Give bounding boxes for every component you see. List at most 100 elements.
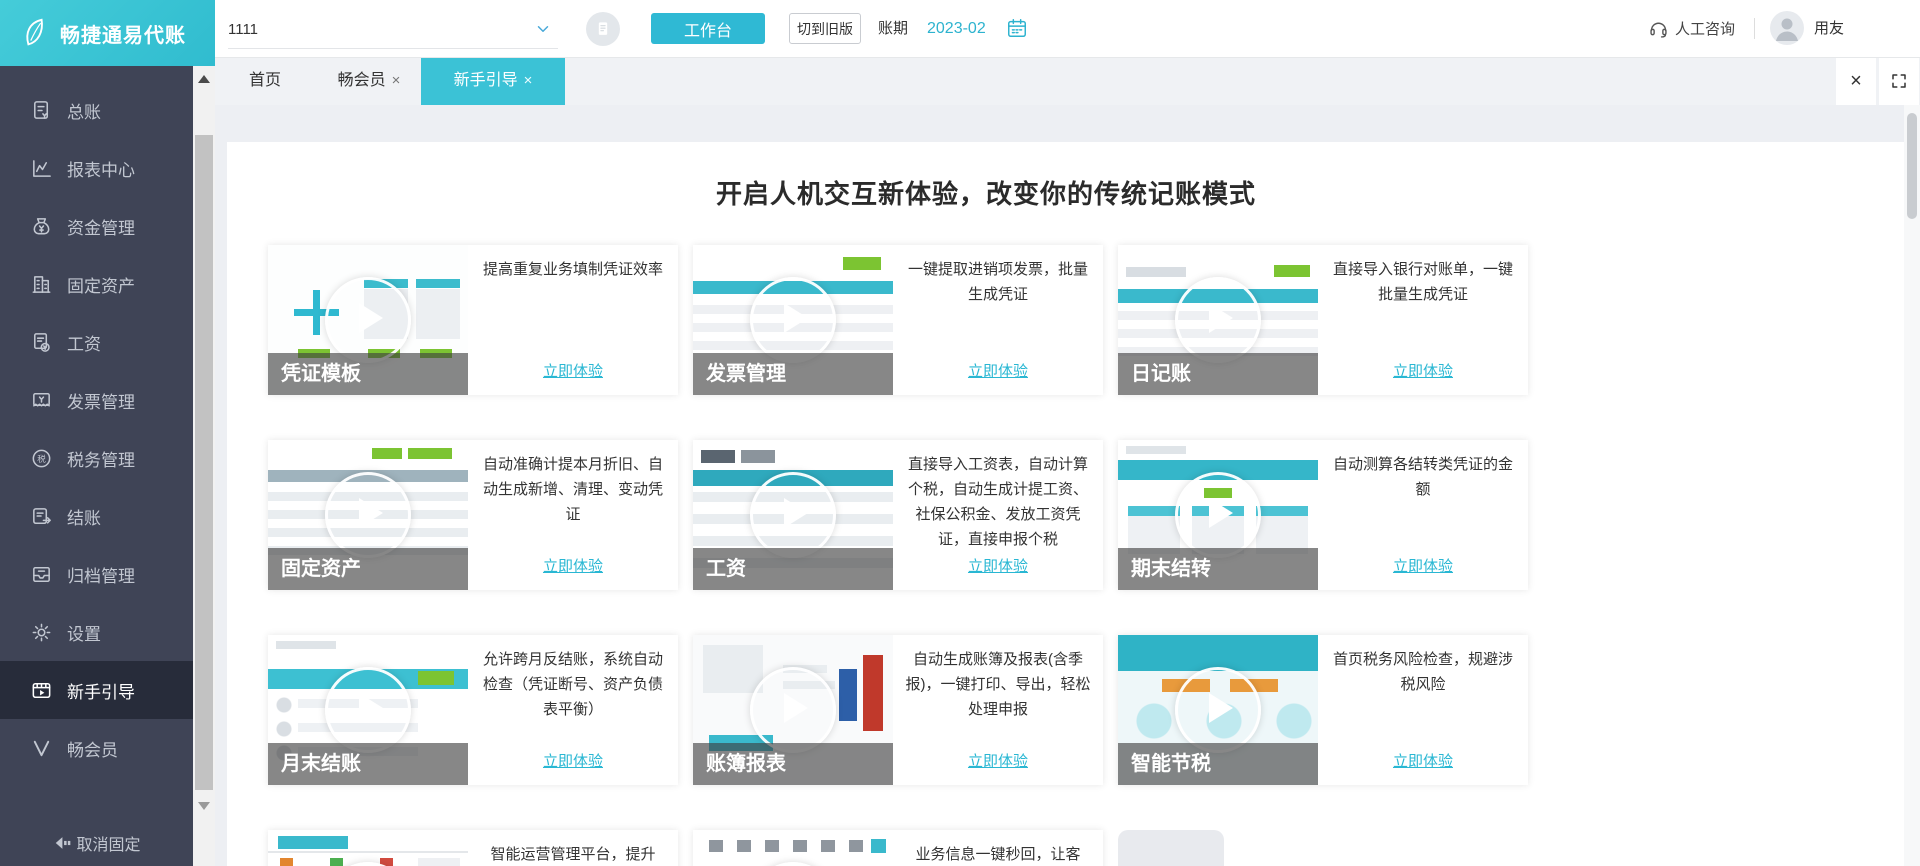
card-body: 直接导入工资表，自动计算个税，自动生成计提工资、社保公积金、发放工资凭证，直接申… (893, 440, 1103, 590)
sidebar-item-archive[interactable]: 归档管理 (0, 545, 193, 603)
tab-beginner-guide[interactable]: 新手引导 × (421, 57, 565, 105)
play-button-icon[interactable] (1175, 472, 1261, 558)
try-now-link[interactable]: 立即体验 (1393, 750, 1453, 771)
switch-old-version-button[interactable]: 切到旧版 (789, 13, 861, 44)
play-button-icon[interactable] (750, 667, 836, 753)
video-thumbnail[interactable]: 期末结转 (1118, 440, 1318, 590)
try-now-link[interactable]: 立即体验 (968, 360, 1028, 381)
tab-member[interactable]: 畅会员 × (315, 57, 423, 105)
header-divider (1754, 18, 1755, 39)
try-now-link[interactable]: 立即体验 (543, 360, 603, 381)
account-select[interactable]: 1111 (228, 10, 558, 49)
video-thumbnail[interactable]: 凭证模板 (268, 245, 468, 395)
card-body: 允许跨月反结账，系统自动检查（凭证断号、资产负债表平衡） 立即体验 (468, 635, 678, 785)
feature-cards-grid: 凭证模板 提高重复业务填制凭证效率 立即体验 发票管理 一键提取进销项发票，批量… (268, 245, 1904, 866)
feature-card-smart-operations: 智能运营管理平台，提升 (268, 830, 678, 866)
gear-icon (30, 621, 53, 644)
archive-box-icon (30, 563, 53, 586)
video-title: 固定资产 (268, 548, 468, 590)
closing-book-icon (30, 505, 53, 528)
calendar-icon[interactable] (1006, 17, 1028, 39)
user-avatar[interactable] (1770, 11, 1804, 45)
video-thumbnail[interactable]: 日记账 (1118, 245, 1318, 395)
main-content-panel: 开启人机交互新体验，改变你的传统记账模式 凭证模板 提高重复业务填制凭证效率 立… (227, 142, 1904, 866)
try-now-link[interactable]: 立即体验 (543, 555, 603, 576)
video-title: 智能节税 (1118, 743, 1318, 785)
loading-placeholder-card (1118, 830, 1528, 866)
sidebar-item-fixed-assets[interactable]: 固定资产 (0, 255, 193, 313)
period-value[interactable]: 2023-02 (927, 0, 986, 57)
play-button-icon[interactable] (325, 472, 411, 558)
card-body: 智能运营管理平台，提升 (468, 830, 678, 866)
sidebar-item-invoice[interactable]: 发票管理 (0, 371, 193, 429)
unpin-sidebar-button[interactable]: 取消固定 (0, 826, 193, 860)
svg-text:税: 税 (37, 452, 46, 463)
sidebar-item-beginner-guide[interactable]: 新手引导 (0, 661, 193, 719)
play-button-icon[interactable] (325, 667, 411, 753)
video-thumbnail[interactable]: 固定资产 (268, 440, 468, 590)
scrollbar-thumb[interactable] (1907, 113, 1917, 219)
video-thumbnail[interactable] (693, 830, 893, 866)
sidebar-item-funds[interactable]: 资金管理 (0, 197, 193, 255)
card-description: 业务信息一键秒回，让客 (915, 846, 1081, 863)
fullscreen-button[interactable] (1879, 57, 1919, 105)
sidebar-item-general-ledger[interactable]: 总账 (0, 81, 193, 139)
certificate-badge-icon[interactable] (586, 12, 620, 46)
try-now-link[interactable]: 立即体验 (1393, 555, 1453, 576)
video-title: 发票管理 (693, 353, 893, 395)
card-description: 直接导入银行对账单，一键批量生成凭证 (1332, 261, 1513, 303)
sidebar-menu: 总账 报表中心 资金管理 固定资产 工资 发票管理 税 税务管理 结账 归档管理… (0, 66, 193, 777)
sidebar-item-report-center[interactable]: 报表中心 (0, 139, 193, 197)
feature-card-salary: 工资 直接导入工资表，自动计算个税，自动生成计提工资、社保公积金、发放工资凭证，… (693, 440, 1103, 590)
salary-doc-icon (30, 331, 53, 354)
tab-close-icon[interactable]: × (392, 72, 401, 89)
feature-card-month-end-closing: 月末结账 允许跨月反结账，系统自动检查（凭证断号、资产负债表平衡） 立即体验 (268, 635, 678, 785)
video-thumbnail[interactable] (268, 830, 468, 866)
tab-home[interactable]: 首页 (223, 57, 307, 105)
video-thumbnail[interactable]: 发票管理 (693, 245, 893, 395)
username-label[interactable]: 用友 (1814, 0, 1844, 57)
try-now-link[interactable]: 立即体验 (968, 555, 1028, 576)
tab-close-icon[interactable]: × (524, 72, 533, 89)
card-body: 自动准确计提本月折旧、自动生成新增、清理、变动凭证 立即体验 (468, 440, 678, 590)
video-thumbnail[interactable]: 账簿报表 (693, 635, 893, 785)
card-body: 直接导入银行对账单，一键批量生成凭证 立即体验 (1318, 245, 1528, 395)
card-description: 允许跨月反结账，系统自动检查（凭证断号、资产负债表平衡） (482, 651, 663, 718)
scroll-up-arrow[interactable] (193, 70, 215, 88)
sidebar-scrollbar[interactable] (193, 66, 215, 866)
close-all-tabs-button[interactable]: × (1836, 57, 1876, 105)
sidebar-item-label: 设置 (67, 624, 101, 644)
card-body: 首页税务风险检查，规避涉税风险 立即体验 (1318, 635, 1528, 785)
video-title: 月末结账 (268, 743, 468, 785)
play-button-icon[interactable] (750, 862, 836, 866)
live-support-button[interactable]: 人工咨询 (1648, 0, 1735, 57)
header-bar: 1111 工作台 切到旧版 账期 2023-02 人工咨询 用友 (0, 0, 1920, 58)
video-thumbnail[interactable]: 智能节税 (1118, 635, 1318, 785)
sidebar-item-label: 税务管理 (67, 450, 135, 470)
scrollbar-thumb[interactable] (195, 135, 213, 790)
play-button-icon[interactable] (325, 862, 411, 866)
feature-card-business-reply: 业务信息一键秒回，让客 (693, 830, 1103, 866)
try-now-link[interactable]: 立即体验 (1393, 360, 1453, 381)
try-now-link[interactable]: 立即体验 (968, 750, 1028, 771)
play-button-icon[interactable] (750, 277, 836, 363)
sidebar-item-label: 结账 (67, 508, 101, 528)
workbench-button[interactable]: 工作台 (651, 13, 765, 44)
sidebar-item-settings[interactable]: 设置 (0, 603, 193, 661)
main-scrollbar[interactable] (1904, 105, 1920, 866)
play-button-icon[interactable] (1175, 277, 1261, 363)
play-button-icon[interactable] (325, 277, 411, 363)
play-button-icon[interactable] (1175, 667, 1261, 753)
card-description: 首页税务风险检查，规避涉税风险 (1332, 651, 1513, 693)
sidebar-item-tax[interactable]: 税 税务管理 (0, 429, 193, 487)
sidebar-item-member[interactable]: 畅会员 (0, 719, 193, 777)
video-thumbnail[interactable]: 工资 (693, 440, 893, 590)
try-now-link[interactable]: 立即体验 (543, 750, 603, 771)
feature-card-smart-tax-saving: 智能节税 首页税务风险检查，规避涉税风险 立即体验 (1118, 635, 1528, 785)
play-button-icon[interactable] (750, 472, 836, 558)
sidebar-item-salary[interactable]: 工资 (0, 313, 193, 371)
sidebar-item-closing[interactable]: 结账 (0, 487, 193, 545)
scroll-down-arrow[interactable] (193, 797, 215, 815)
tab-label: 首页 (248, 72, 281, 89)
video-thumbnail[interactable]: 月末结账 (268, 635, 468, 785)
